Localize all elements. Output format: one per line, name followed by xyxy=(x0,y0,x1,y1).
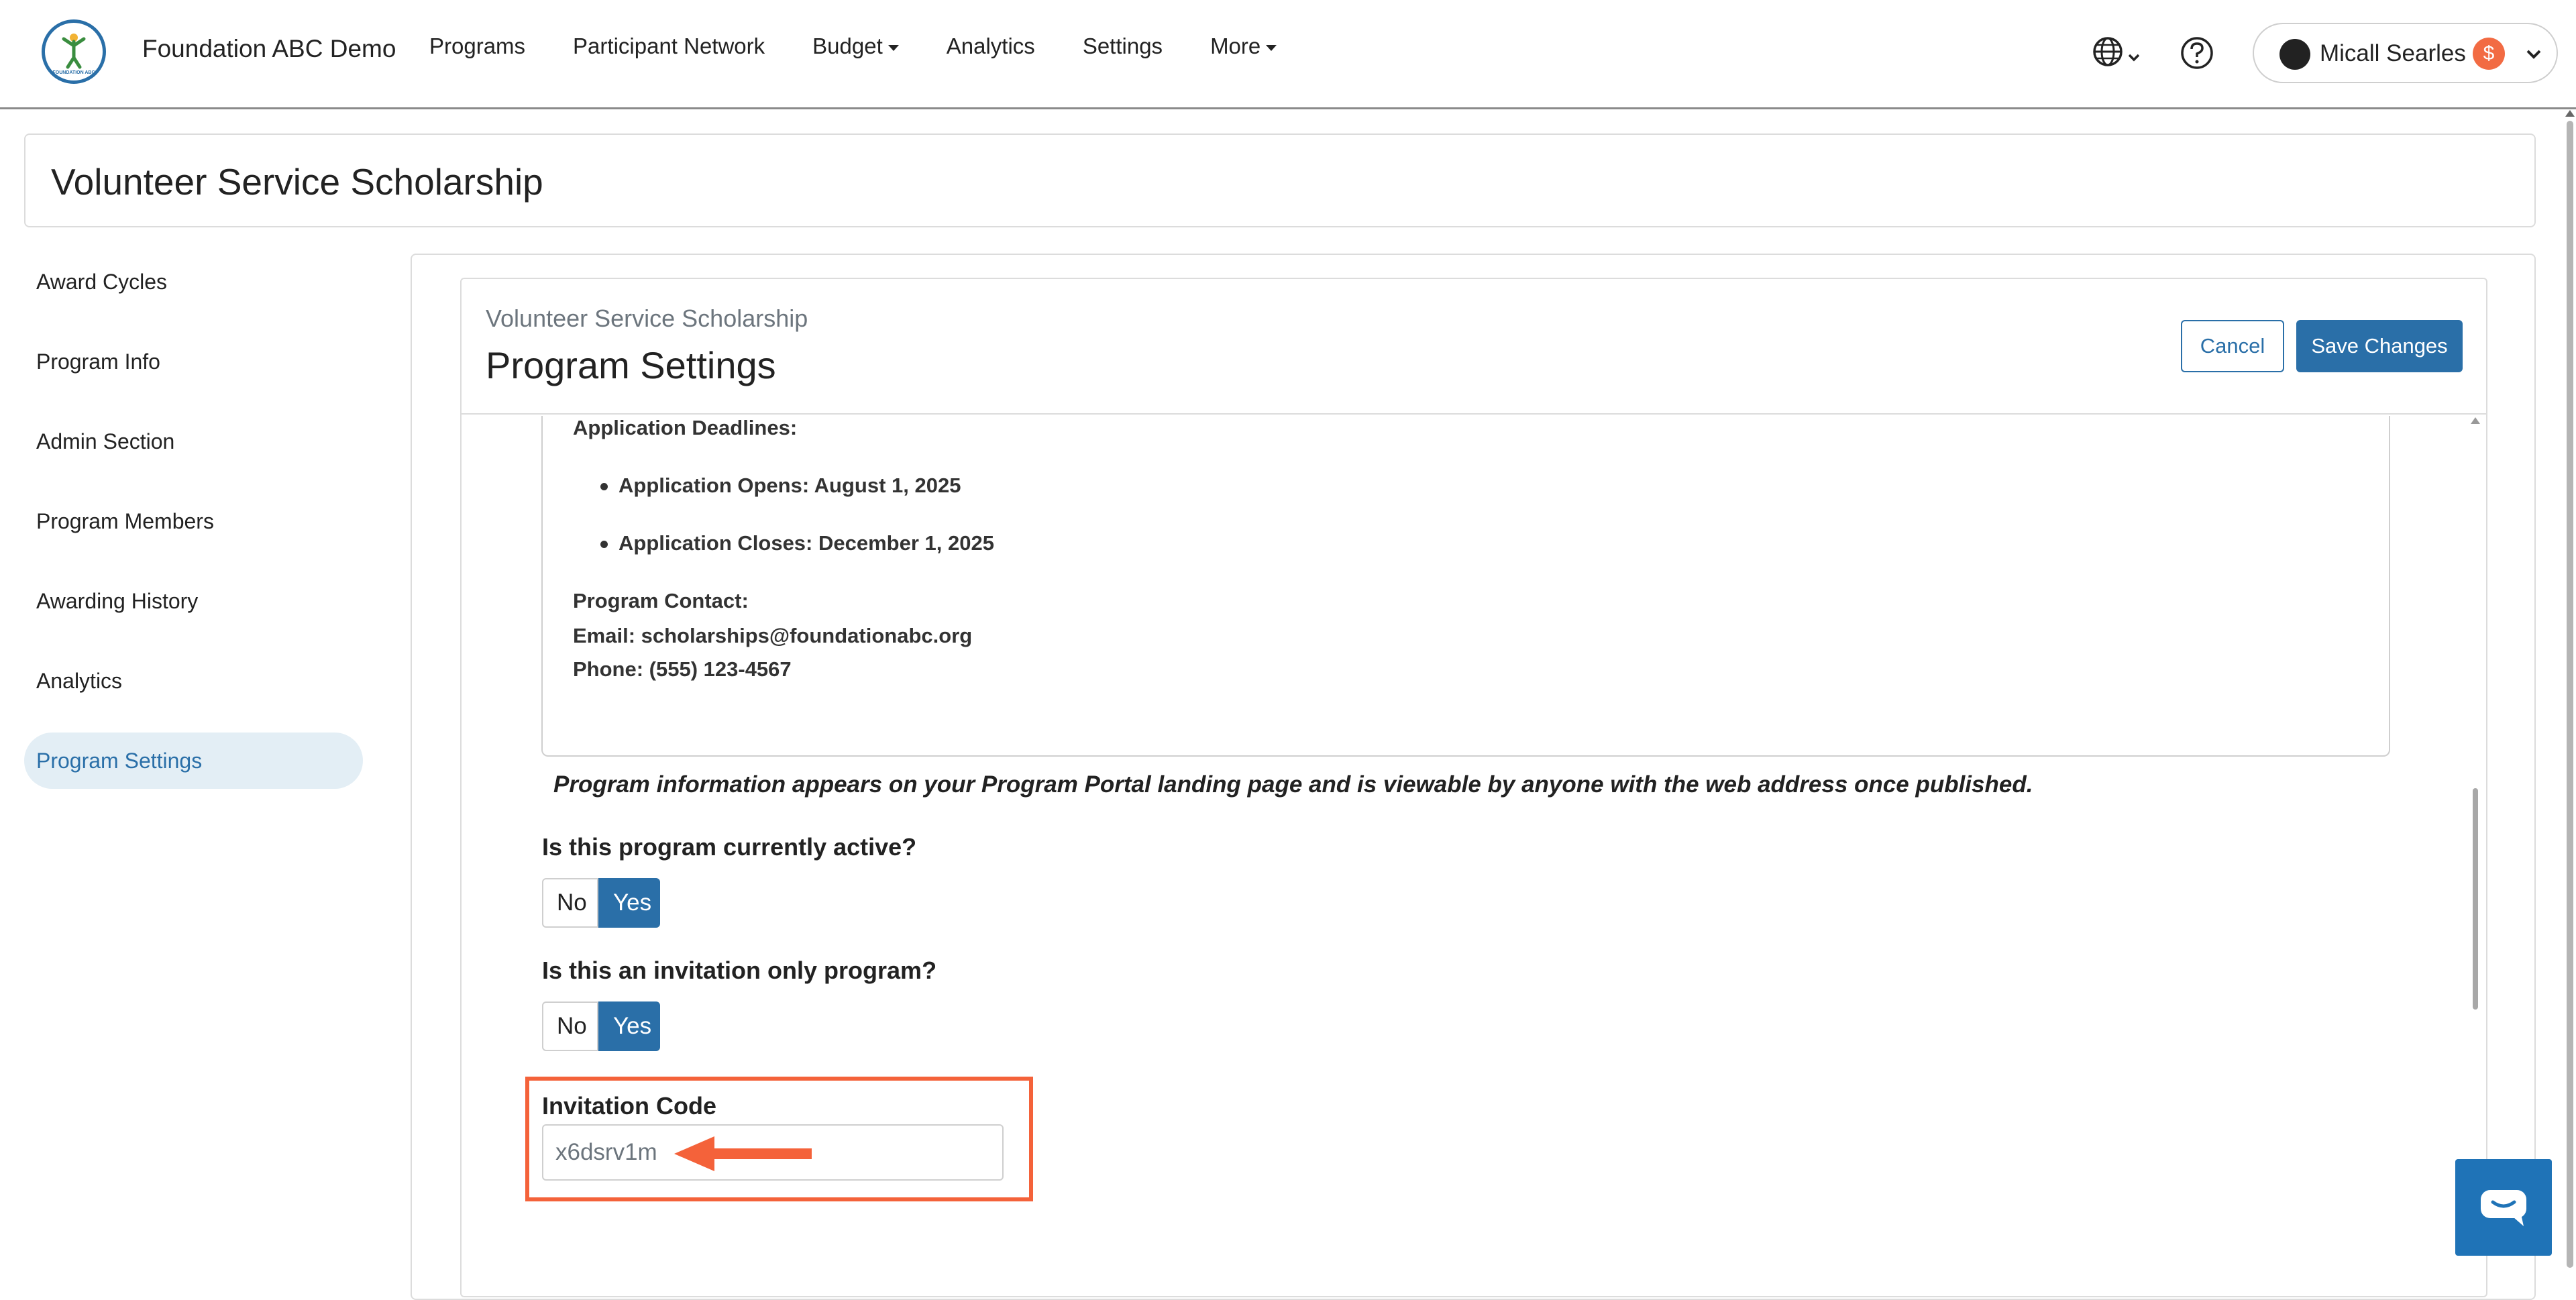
contact-email: Email: scholarships@foundationabc.org xyxy=(573,624,973,647)
list-item: Application Closes: December 1, 2025 xyxy=(600,531,994,555)
sidebar-item-label: Admin Section xyxy=(36,429,175,453)
annotation-arrow-icon xyxy=(674,1136,812,1171)
organization-name[interactable]: Foundation ABC Demo xyxy=(142,35,396,63)
deadline-open-text: Application Opens: August 1, 2025 xyxy=(619,474,961,497)
contact-heading: Program Contact: xyxy=(573,589,749,612)
nav-programs-label: Programs xyxy=(429,34,526,58)
program-info-note: Program information appears on your Prog… xyxy=(553,771,2033,798)
currency-badge: $ xyxy=(2473,38,2505,70)
globe-icon xyxy=(2093,37,2140,66)
sidebar-item-awarding-history[interactable]: Awarding History xyxy=(24,573,363,629)
logo-figure-icon: FOUNDATION ABC xyxy=(53,34,95,75)
organization-logo[interactable]: FOUNDATION ABC xyxy=(42,19,106,84)
panel-subtitle: Volunteer Service Scholarship xyxy=(486,305,808,332)
invitation-only-question-label: Is this an invitation only program? xyxy=(542,957,937,984)
nav-programs[interactable]: Programs xyxy=(429,34,525,59)
caret-down-icon xyxy=(1266,44,1277,51)
program-info-editor[interactable] xyxy=(541,416,2390,757)
active-no-button[interactable]: No xyxy=(542,878,598,928)
help-button[interactable] xyxy=(2179,35,2215,74)
panel-header: Volunteer Service Scholarship Program Se… xyxy=(462,279,2486,415)
scroll-up-arrow-icon[interactable] xyxy=(2565,110,2575,117)
user-name: Micall Searles xyxy=(2320,40,2466,66)
page-title: Volunteer Service Scholarship xyxy=(51,161,543,203)
active-yes-button[interactable]: Yes xyxy=(598,878,660,928)
invitation-only-yes-button[interactable]: Yes xyxy=(598,1001,660,1051)
nav-settings[interactable]: Settings xyxy=(1083,34,1163,59)
scroll-up-arrow-icon[interactable] xyxy=(2471,417,2480,424)
sidebar-item-analytics[interactable]: Analytics xyxy=(24,653,363,709)
nav-settings-label: Settings xyxy=(1082,34,1163,58)
deadline-close-text: Application Closes: December 1, 2025 xyxy=(619,531,994,555)
save-changes-button[interactable]: Save Changes xyxy=(2296,320,2463,372)
sidebar-item-admin-section[interactable]: Admin Section xyxy=(24,413,363,470)
chat-bubble-icon xyxy=(2481,1190,2526,1226)
panel-title: Program Settings xyxy=(486,344,776,386)
nav-more-label: More xyxy=(1210,34,1261,58)
question-circle-icon xyxy=(2181,37,2213,69)
invitation-only-toggle: No Yes xyxy=(542,1001,660,1051)
sidebar-item-label: Awarding History xyxy=(36,589,199,613)
sidebar-item-label: Analytics xyxy=(36,669,123,693)
active-toggle: No Yes xyxy=(542,878,660,928)
top-navigation-bar: FOUNDATION ABC Foundation ABC Demo Progr… xyxy=(0,0,2576,109)
nav-budget-dropdown[interactable]: Budget xyxy=(812,34,899,59)
invitation-only-no-button[interactable]: No xyxy=(542,1001,598,1051)
chat-widget-button[interactable] xyxy=(2455,1159,2552,1256)
nav-analytics[interactable]: Analytics xyxy=(947,34,1035,59)
sidebar-item-award-cycles[interactable]: Award Cycles xyxy=(24,254,363,310)
sidebar-item-label: Program Settings xyxy=(36,749,203,773)
inner-scrollbar-thumb[interactable] xyxy=(2473,788,2478,1010)
bullet-icon xyxy=(600,483,608,491)
page-scrollbar-thumb[interactable] xyxy=(2567,121,2573,1268)
contact-phone: Phone: (555) 123-4567 xyxy=(573,657,792,681)
caret-down-icon xyxy=(888,44,899,51)
logo-text: FOUNDATION ABC xyxy=(53,70,95,75)
active-question-label: Is this program currently active? xyxy=(542,833,917,861)
page-title-card: Volunteer Service Scholarship xyxy=(24,133,2536,227)
program-sidebar: Award Cycles Program Info Admin Section … xyxy=(24,254,363,812)
deadlines-heading: Application Deadlines: xyxy=(573,416,798,439)
user-menu[interactable]: Micall Searles $ xyxy=(2253,23,2558,83)
sidebar-item-program-info[interactable]: Program Info xyxy=(24,333,363,390)
nav-participant-network-label: Participant Network xyxy=(573,34,765,58)
chevron-down-icon xyxy=(2526,50,2541,59)
invitation-code-label: Invitation Code xyxy=(542,1092,716,1120)
cancel-button[interactable]: Cancel xyxy=(2181,320,2284,372)
sidebar-item-label: Award Cycles xyxy=(36,270,168,294)
list-item: Application Opens: August 1, 2025 xyxy=(600,474,961,498)
bullet-icon xyxy=(600,541,608,549)
main-nav: Programs Participant Network Budget Anal… xyxy=(429,34,1324,59)
language-selector[interactable] xyxy=(2092,35,2148,74)
sidebar-item-program-settings[interactable]: Program Settings xyxy=(24,733,363,789)
avatar xyxy=(2279,39,2310,70)
sidebar-item-label: Program Members xyxy=(36,509,214,533)
sidebar-item-program-members[interactable]: Program Members xyxy=(24,493,363,549)
nav-participant-network[interactable]: Participant Network xyxy=(573,34,765,59)
sidebar-item-label: Program Info xyxy=(36,349,160,374)
nav-budget-label: Budget xyxy=(812,34,883,58)
nav-analytics-label: Analytics xyxy=(946,34,1035,58)
nav-more-dropdown[interactable]: More xyxy=(1210,34,1277,59)
